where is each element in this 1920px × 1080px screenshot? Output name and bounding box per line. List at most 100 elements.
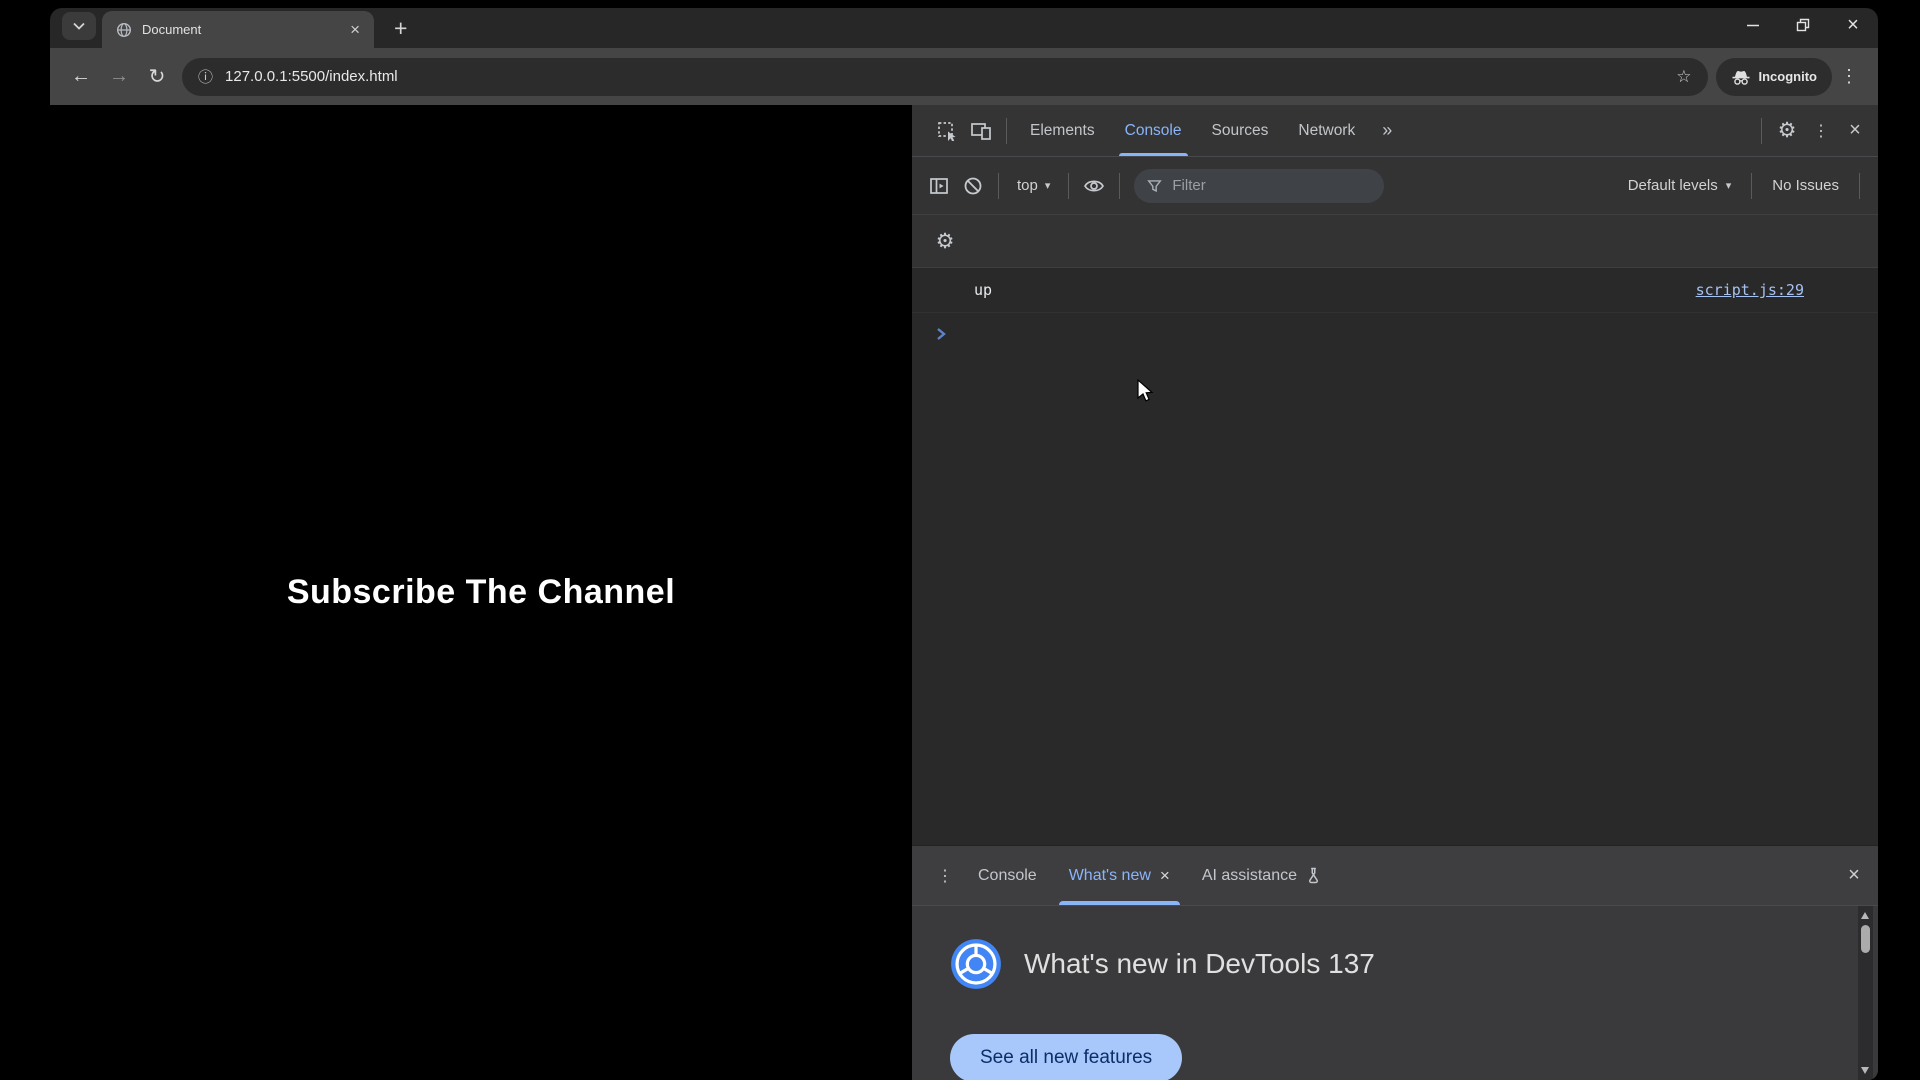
whats-new-header: What's new in DevTools 137 xyxy=(950,938,1878,990)
chevron-down-icon xyxy=(73,22,85,30)
globe-favicon-icon xyxy=(116,22,132,38)
levels-label: Default levels xyxy=(1628,177,1718,194)
console-toolbar: top ▾ xyxy=(912,157,1878,215)
console-log-text: up xyxy=(974,281,992,299)
tab-title: Document xyxy=(142,22,336,37)
bookmark-star-icon[interactable]: ☆ xyxy=(1676,67,1691,87)
device-toolbar-icon xyxy=(970,121,992,141)
divider xyxy=(998,173,999,199)
scrollbar-thumb[interactable] xyxy=(1861,925,1870,953)
chrome-logo-icon xyxy=(950,938,1002,990)
devtools-panel: Elements Console Sources Network » ⚙ ⋮ × xyxy=(912,105,1878,1080)
content-area: Subscribe The Channel Eleme xyxy=(50,105,1878,1080)
forward-button[interactable]: → xyxy=(100,58,138,96)
prompt-chevron-icon xyxy=(936,327,946,341)
drawer-menu-button[interactable]: ⋮ xyxy=(928,846,962,905)
console-sidebar-button[interactable] xyxy=(922,177,956,195)
whats-new-title: What's new in DevTools 137 xyxy=(1024,948,1375,980)
divider xyxy=(1751,173,1752,199)
inspect-element-button[interactable] xyxy=(930,105,964,156)
divider xyxy=(1068,173,1069,199)
browser-window: Document × + × ← → ↻ ⓘ 127.0.0.1: xyxy=(50,8,1878,1080)
device-toolbar-button[interactable] xyxy=(964,105,998,156)
drawer-tab-whats-new[interactable]: What's new × xyxy=(1053,846,1186,905)
issues-counter[interactable]: No Issues xyxy=(1760,177,1851,194)
tab-elements[interactable]: Elements xyxy=(1015,105,1110,156)
default-levels-dropdown[interactable]: Default levels ▾ xyxy=(1616,177,1744,194)
window-controls: × xyxy=(1728,8,1878,42)
sidebar-panel-icon xyxy=(929,177,949,195)
drawer-tab-ai-label: AI assistance xyxy=(1202,867,1297,885)
mouse-cursor xyxy=(1137,379,1159,405)
console-source-link[interactable]: script.js:29 xyxy=(1696,281,1804,299)
clear-console-button[interactable] xyxy=(956,176,990,196)
tab-sources[interactable]: Sources xyxy=(1197,105,1284,156)
browser-tab-document[interactable]: Document × xyxy=(102,11,374,48)
divider xyxy=(1859,173,1860,199)
caret-down-icon: ▾ xyxy=(1726,179,1732,192)
console-messages[interactable]: up script.js:29 xyxy=(912,268,1878,845)
drawer-tab-console-label: Console xyxy=(978,867,1037,885)
drawer-scrollbar[interactable] xyxy=(1858,906,1873,1080)
inspect-cursor-icon xyxy=(937,121,957,141)
filter-input[interactable] xyxy=(1172,177,1371,194)
drawer-tab-ai-assistance[interactable]: AI assistance xyxy=(1186,846,1337,905)
more-tabs-button[interactable]: » xyxy=(1370,105,1404,156)
devtools-menu-button[interactable]: ⋮ xyxy=(1804,105,1838,156)
tab-close-icon[interactable]: × xyxy=(346,19,364,40)
context-label: top xyxy=(1017,177,1038,194)
settings-gear-icon[interactable]: ⚙ xyxy=(1770,105,1804,156)
devtools-drawer: ⋮ Console What's new × AI assistance xyxy=(912,845,1878,1080)
see-all-features-button[interactable]: See all new features xyxy=(950,1034,1182,1080)
new-tab-button[interactable]: + xyxy=(394,17,407,40)
divider xyxy=(1119,173,1120,199)
drawer-tab-whats-new-label: What's new xyxy=(1069,867,1151,885)
browser-menu-button[interactable]: ⋮ xyxy=(1832,66,1866,87)
console-prompt[interactable] xyxy=(912,313,1878,345)
eye-icon xyxy=(1083,178,1105,194)
console-settings-gear-icon[interactable]: ⚙ xyxy=(928,229,962,254)
context-selector[interactable]: top ▾ xyxy=(1007,177,1060,194)
minimize-button[interactable] xyxy=(1728,8,1778,42)
flask-icon xyxy=(1306,867,1321,884)
drawer-tabbar: ⋮ Console What's new × AI assistance xyxy=(912,846,1878,906)
page-viewport: Subscribe The Channel xyxy=(50,105,912,1080)
devtools-controls: ⚙ ⋮ × xyxy=(1753,105,1878,156)
tab-search-button[interactable] xyxy=(62,12,96,40)
page-heading: Subscribe The Channel xyxy=(287,573,675,612)
devtools-close-button[interactable]: × xyxy=(1838,105,1872,156)
drawer-tab-close-icon[interactable]: × xyxy=(1160,866,1170,886)
tab-strip: Document × + × xyxy=(50,8,1878,48)
console-settings-row: ⚙ xyxy=(912,215,1878,268)
incognito-label: Incognito xyxy=(1759,69,1818,84)
live-expression-eye-button[interactable] xyxy=(1077,178,1111,194)
url-text: 127.0.0.1:5500/index.html xyxy=(225,68,398,85)
divider xyxy=(1761,118,1762,144)
incognito-icon xyxy=(1731,68,1751,86)
console-toolbar-right: Default levels ▾ No Issues xyxy=(1616,173,1868,199)
whats-new-panel: What's new in DevTools 137 See all new f… xyxy=(912,906,1878,1080)
reload-button[interactable]: ↻ xyxy=(138,58,176,96)
devtools-tabbar: Elements Console Sources Network » ⚙ ⋮ × xyxy=(912,105,1878,157)
site-info-icon[interactable]: ⓘ xyxy=(198,66,213,87)
window-close-button[interactable]: × xyxy=(1828,8,1878,42)
divider xyxy=(1006,118,1007,144)
minimize-icon xyxy=(1746,18,1760,32)
scroll-down-icon[interactable] xyxy=(1861,1067,1869,1074)
console-message-row: up script.js:29 xyxy=(912,268,1878,313)
browser-toolbar: ← → ↻ ⓘ 127.0.0.1:5500/index.html ☆ Inco… xyxy=(50,48,1878,105)
address-bar[interactable]: ⓘ 127.0.0.1:5500/index.html ☆ xyxy=(182,58,1708,96)
restore-icon xyxy=(1796,18,1810,32)
drawer-close-button[interactable]: × xyxy=(1830,846,1878,905)
tab-console[interactable]: Console xyxy=(1110,105,1197,156)
restore-button[interactable] xyxy=(1778,8,1828,42)
scroll-up-icon[interactable] xyxy=(1861,912,1869,919)
back-button[interactable]: ← xyxy=(62,58,100,96)
filter-funnel-icon xyxy=(1147,178,1162,193)
caret-down-icon: ▾ xyxy=(1045,179,1051,192)
incognito-badge: Incognito xyxy=(1716,58,1833,96)
drawer-tab-console[interactable]: Console xyxy=(962,846,1053,905)
tab-network[interactable]: Network xyxy=(1283,105,1370,156)
filter-box[interactable] xyxy=(1134,169,1384,203)
clear-console-icon xyxy=(963,176,983,196)
